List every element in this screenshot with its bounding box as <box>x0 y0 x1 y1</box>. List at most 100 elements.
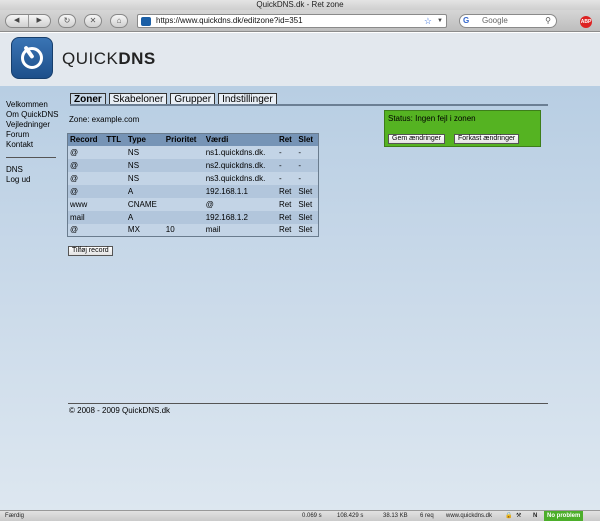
back-arrow-icon[interactable]: ◀ <box>6 15 28 27</box>
col-record: Record <box>67 133 105 146</box>
cell-record: @ <box>67 158 105 172</box>
col-prioritet: Prioritet <box>163 133 204 146</box>
cell-vaerdi: ns3.quickdns.dk. <box>203 171 277 185</box>
window-title: QuickDNS.dk - Ret zone <box>0 0 600 10</box>
cell-vaerdi: ns1.quickdns.dk. <box>203 145 277 159</box>
table-row: www CNAME @ Ret Slet <box>67 197 319 211</box>
cell-ttl <box>104 145 126 159</box>
cell-ret[interactable]: Ret <box>276 223 297 237</box>
brand-bold: DNS <box>118 49 156 68</box>
google-icon[interactable]: G <box>463 16 475 26</box>
col-slet: Slet <box>296 133 319 146</box>
cell-prioritet <box>163 145 204 159</box>
cell-ttl <box>104 184 126 198</box>
lock-icon: 🔒 <box>505 513 513 519</box>
table-row: @ NS ns1.quickdns.dk. - - <box>67 145 319 159</box>
discard-changes-button[interactable]: Forkast ændringer <box>454 134 520 144</box>
table-row: @ NS ns3.quickdns.dk. - - <box>67 171 319 185</box>
reload-button[interactable]: ↻ <box>58 14 76 28</box>
cell-ttl <box>104 158 126 172</box>
brand-name: QUICKDNS <box>62 49 156 69</box>
cell-record: @ <box>67 184 105 198</box>
quickdns-logo-icon[interactable] <box>11 37 53 79</box>
browser-statusbar: Færdig 0.069 s 108.429 s 38.13 KB 6 req … <box>0 510 600 521</box>
cell-slet[interactable]: Slet <box>296 197 319 211</box>
total-time: 108.429 s <box>337 513 364 519</box>
cell-type: CNAME <box>125 197 164 211</box>
cell-type: NS <box>125 171 164 185</box>
cell-record: @ <box>67 145 105 159</box>
col-type: Type <box>125 133 164 146</box>
cell-record: @ <box>67 171 105 185</box>
cell-ttl <box>104 171 126 185</box>
sidebar-item-kontakt[interactable]: Kontakt <box>6 140 58 150</box>
cell-vaerdi: @ <box>203 197 277 211</box>
adblock-icon[interactable]: ABP <box>580 16 592 28</box>
copyright-text: © 2008 - 2009 QuickDNS.dk <box>69 406 171 415</box>
page-size: 38.13 KB <box>383 513 408 519</box>
site-favicon-icon <box>141 17 151 26</box>
sidebar-item-log-ud[interactable]: Log ud <box>6 175 58 185</box>
nav-buttons: ◀ ▶ <box>5 14 51 28</box>
search-icon[interactable]: ⚲ <box>545 15 551 27</box>
sidebar-nav: Velkommen Om QuickDNS Vejledninger Forum… <box>6 100 58 185</box>
col-ttl: TTL <box>104 133 126 146</box>
cell-prioritet <box>163 171 204 185</box>
cell-ret: - <box>276 171 297 185</box>
address-bar[interactable]: https://www.quickdns.dk/editzone?id=351 … <box>137 14 447 28</box>
cell-type: NS <box>125 158 164 172</box>
cell-record: mail <box>67 210 105 224</box>
cell-ret[interactable]: Ret <box>276 184 297 198</box>
stop-button[interactable]: ✕ <box>84 14 102 28</box>
cell-type: NS <box>125 145 164 159</box>
site-header: QUICKDNS <box>0 33 600 86</box>
search-field[interactable]: G Google ⚲ <box>459 14 557 28</box>
cell-prioritet: 10 <box>163 223 204 237</box>
cell-prioritet <box>163 197 204 211</box>
cell-slet[interactable]: Slet <box>296 223 319 237</box>
footer-divider <box>68 403 548 404</box>
url-dropdown-icon[interactable]: ▼ <box>437 15 443 27</box>
table-row: @ MX 10 mail Ret Slet <box>67 223 319 237</box>
cell-type: A <box>125 184 164 198</box>
url-text[interactable]: https://www.quickdns.dk/editzone?id=351 <box>156 15 303 27</box>
search-placeholder[interactable]: Google <box>482 15 508 27</box>
add-record-button[interactable]: Tilføj record <box>68 246 113 256</box>
sidebar-item-forum[interactable]: Forum <box>6 130 58 140</box>
home-button[interactable]: ⌂ <box>110 14 128 28</box>
cell-vaerdi: mail <box>203 223 277 237</box>
table-row: @ A 192.168.1.1 Ret Slet <box>67 184 319 198</box>
load-time: 0.069 s <box>302 513 322 519</box>
status-left: Færdig <box>5 513 25 519</box>
cell-ret: - <box>276 158 297 172</box>
sidebar-item-velkommen[interactable]: Velkommen <box>6 100 58 110</box>
cell-record: @ <box>67 223 105 237</box>
cell-slet[interactable]: Slet <box>296 184 319 198</box>
brand-light: QUICK <box>62 49 119 68</box>
save-changes-button[interactable]: Gem ændringer <box>388 134 446 144</box>
cell-ttl <box>104 197 126 211</box>
table-row: @ NS ns2.quickdns.dk. - - <box>67 158 319 172</box>
noscript-icon[interactable]: N <box>533 511 537 521</box>
addon-icon[interactable]: ⚒ <box>516 511 521 521</box>
cell-ttl <box>104 210 126 224</box>
tab-underline <box>70 104 548 106</box>
html-validator-badge[interactable]: No problem <box>544 511 584 521</box>
cell-prioritet <box>163 184 204 198</box>
sidebar-divider <box>6 157 56 158</box>
cell-type: MX <box>125 223 164 237</box>
cell-ret[interactable]: Ret <box>276 210 297 224</box>
bookmark-star-icon[interactable]: ☆ <box>424 15 432 27</box>
cell-slet: - <box>296 158 319 172</box>
sidebar-item-vejledninger[interactable]: Vejledninger <box>6 120 58 130</box>
sidebar-item-dns[interactable]: DNS <box>6 165 58 175</box>
cell-vaerdi: ns2.quickdns.dk. <box>203 158 277 172</box>
cell-vaerdi: 192.168.1.2 <box>203 210 277 224</box>
forward-arrow-icon[interactable]: ▶ <box>27 15 51 27</box>
host-name: www.quickdns.dk <box>446 513 493 519</box>
cell-ret[interactable]: Ret <box>276 197 297 211</box>
sidebar-item-om-quickdns[interactable]: Om QuickDNS <box>6 110 58 120</box>
status-text: Status: Ingen fejl i zonen <box>388 114 476 123</box>
cell-slet[interactable]: Slet <box>296 210 319 224</box>
cell-vaerdi: 192.168.1.1 <box>203 184 277 198</box>
